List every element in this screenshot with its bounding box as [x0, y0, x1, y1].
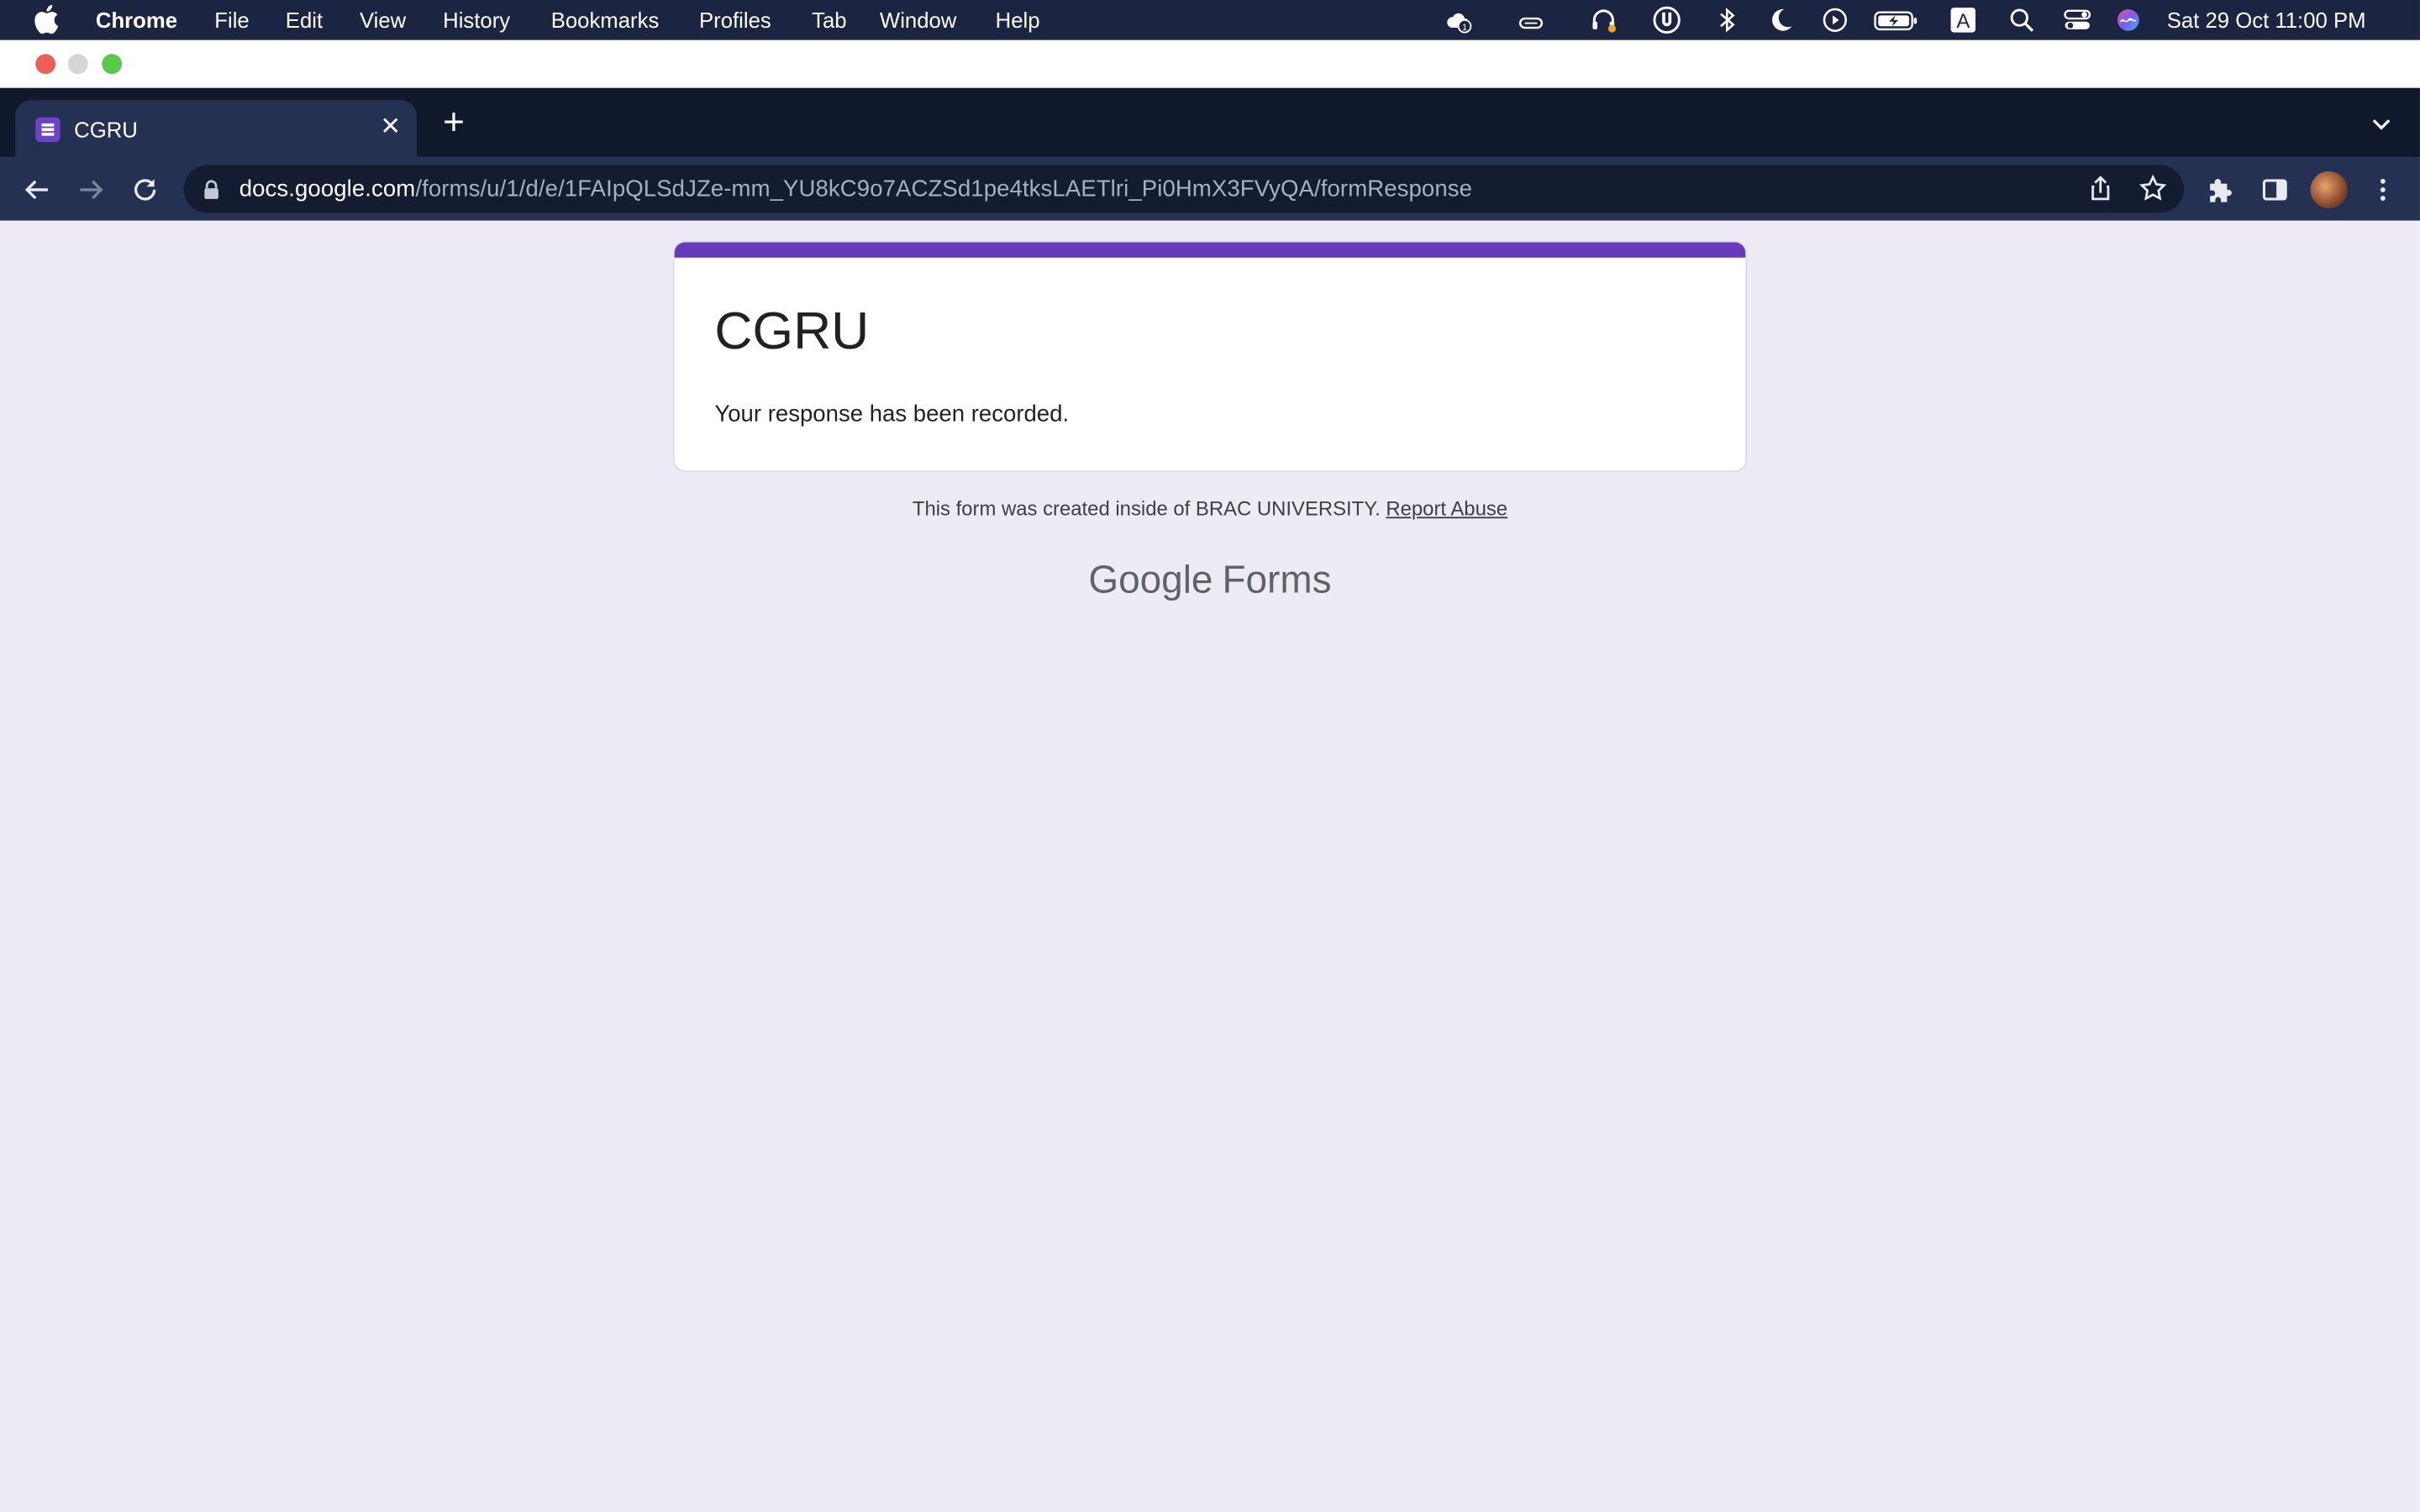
tab-cgru[interactable]: CGRU ✕ [15, 100, 417, 158]
menu-file[interactable]: File [214, 8, 249, 32]
url-text[interactable]: docs.google.com/forms/u/1/d/e/1FAIpQLSdJ… [239, 176, 1472, 202]
response-confirmation: Your response has been recorded. [714, 401, 1070, 428]
page-content: CGRU Your response has been recorded. Th… [0, 220, 2420, 1512]
apple-icon[interactable] [34, 4, 59, 39]
google-forms-favicon-icon [35, 117, 60, 142]
play-icon[interactable] [1821, 6, 1849, 34]
window-titlebar [0, 39, 2420, 88]
menubar-clock[interactable]: Sat 29 Oct 11:00 PM [2167, 8, 2366, 32]
url-path: /forms/u/1/d/e/1FAIpQLSdJZe-mm_YU8kC9o7A… [415, 176, 1473, 202]
tab-strip: CGRU ✕ + [0, 87, 2420, 158]
headset-icon[interactable] [1590, 6, 1618, 34]
spotlight-icon[interactable] [2008, 6, 2036, 34]
tab-close-icon[interactable]: ✕ [375, 113, 406, 144]
bookmark-star-icon[interactable] [2139, 174, 2167, 202]
reload-icon[interactable] [128, 173, 161, 207]
forward-arrow-icon[interactable] [74, 173, 108, 207]
cloud-notification-icon[interactable]: 1 [1444, 6, 1472, 34]
new-tab-icon[interactable]: + [437, 104, 471, 142]
zoom-window-button[interactable] [102, 54, 123, 75]
google-wordmark: Google [1088, 558, 1213, 602]
torrent-icon[interactable] [1653, 6, 1681, 34]
close-window-button[interactable] [35, 54, 56, 75]
profile-avatar[interactable] [2310, 171, 2348, 208]
extensions-puzzle-icon[interactable] [2204, 173, 2238, 207]
menu-history[interactable]: History [443, 8, 510, 32]
url-host: docs.google.com [239, 176, 416, 202]
more-menu-icon[interactable] [2366, 173, 2400, 207]
moon-icon[interactable] [1767, 6, 1795, 34]
form-response-card: CGRU Your response has been recorded. [672, 240, 1748, 473]
battery-icon[interactable] [1874, 6, 1920, 34]
menu-help[interactable]: Help [996, 8, 1040, 32]
menu-window[interactable]: Window [880, 8, 956, 32]
form-header-accent-band [674, 242, 1746, 258]
svg-text:A: A [1956, 10, 1970, 33]
forms-wordmark: Forms [1222, 558, 1332, 602]
back-arrow-icon[interactable] [20, 173, 54, 207]
screen: Chrome File Edit View History Bookmarks … [0, 0, 2420, 1512]
google-forms-logo[interactable]: Google Forms [0, 559, 2420, 603]
menu-app-name[interactable]: Chrome [96, 8, 177, 32]
report-abuse-link[interactable]: Report Abuse [1386, 496, 1507, 520]
form-footer: This form was created inside of BRAC UNI… [0, 496, 2420, 520]
menu-tab[interactable]: Tab [812, 8, 846, 32]
lock-icon[interactable] [203, 179, 221, 201]
svg-text:1: 1 [1462, 23, 1467, 33]
footer-text: This form was created inside of BRAC UNI… [912, 496, 1386, 520]
share-icon[interactable] [2086, 175, 2114, 202]
siri-icon[interactable] [2114, 6, 2142, 34]
tab-search-chevron-icon[interactable] [2369, 114, 2393, 136]
menu-profiles[interactable]: Profiles [699, 8, 771, 32]
menu-view[interactable]: View [360, 8, 406, 32]
address-bar[interactable]: docs.google.com/forms/u/1/d/e/1FAIpQLSdJ… [183, 165, 2184, 213]
creative-cloud-icon[interactable] [1517, 6, 1544, 34]
control-center-icon[interactable] [2064, 6, 2091, 34]
menu-edit[interactable]: Edit [286, 8, 323, 32]
side-panel-icon[interactable] [2258, 173, 2291, 207]
bluetooth-icon[interactable] [1713, 6, 1741, 34]
browser-toolbar: docs.google.com/forms/u/1/d/e/1FAIpQLSdJ… [0, 157, 2420, 221]
menu-bookmarks[interactable]: Bookmarks [551, 8, 660, 32]
form-title: CGRU [714, 302, 870, 361]
input-source-icon[interactable]: A [1949, 6, 1977, 34]
minimize-window-button[interactable] [67, 54, 88, 75]
tab-title: CGRU [74, 117, 138, 142]
menu-bar: Chrome File Edit View History Bookmarks … [0, 0, 2420, 40]
